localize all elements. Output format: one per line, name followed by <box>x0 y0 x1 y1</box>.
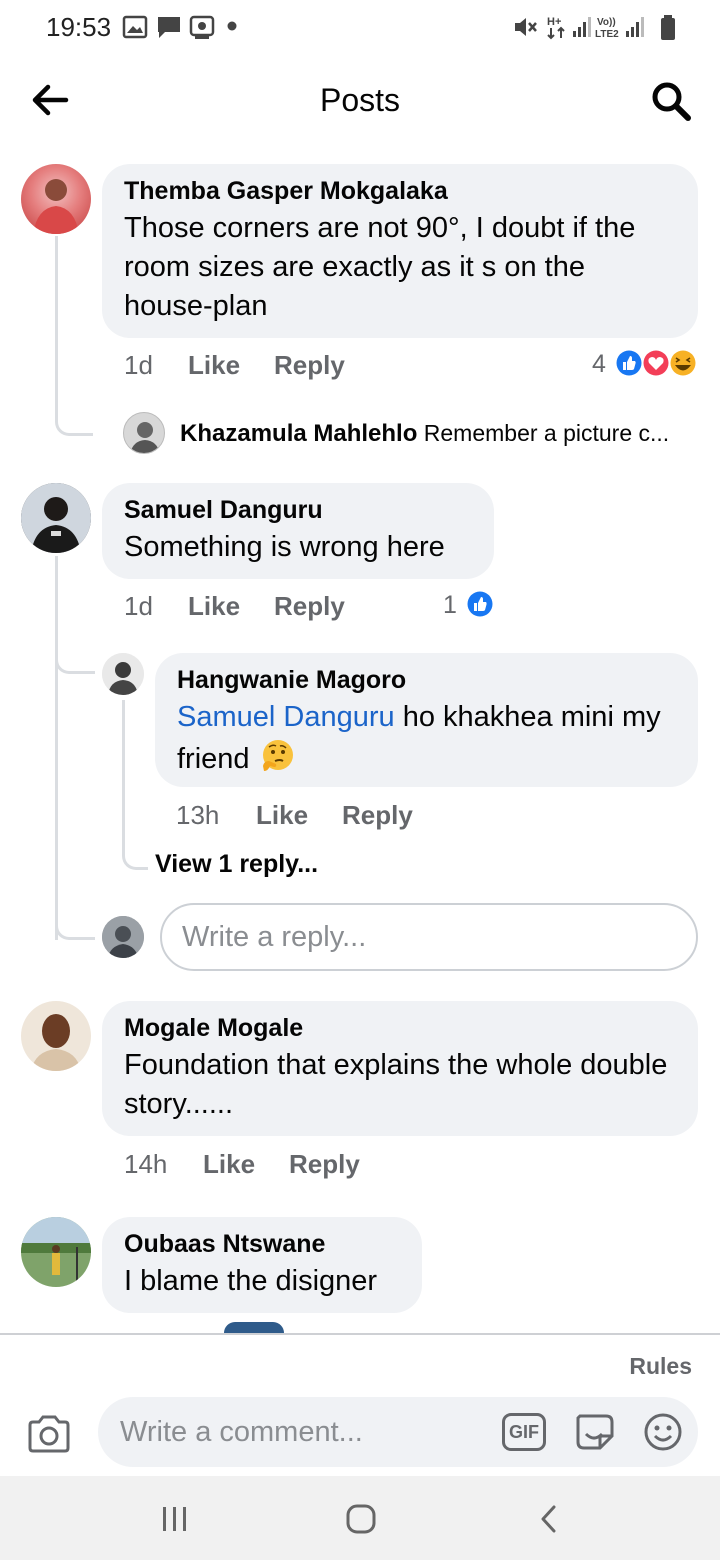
svg-text:LTE2: LTE2 <box>595 29 619 40</box>
like-button[interactable]: Like <box>203 1149 255 1180</box>
avatar[interactable] <box>21 1001 91 1071</box>
back-icon[interactable] <box>536 1502 562 1536</box>
reaction-count[interactable]: 4 <box>592 350 606 379</box>
comment-author[interactable]: Mogale Mogale <box>124 1013 676 1043</box>
comment-input[interactable] <box>98 1397 498 1467</box>
comment-actions: 1d Like Reply <box>124 350 384 382</box>
reply-button[interactable]: Reply <box>274 350 345 381</box>
comment-bubble[interactable]: Oubaas Ntswane I blame the disigner <box>102 1217 422 1313</box>
signal-bars-icon <box>573 17 591 37</box>
comment-author[interactable]: Themba Gasper Mokgalaka <box>124 176 676 206</box>
page-title: Posts <box>319 82 401 118</box>
avatar[interactable] <box>123 412 165 454</box>
like-button[interactable]: Like <box>188 591 240 622</box>
avatar[interactable] <box>21 483 91 553</box>
reply-author[interactable]: Hangwanie Magoro <box>177 665 676 695</box>
like-button[interactable]: Like <box>256 800 308 831</box>
screen-record-icon <box>189 15 215 39</box>
reply-button[interactable]: Reply <box>342 800 413 831</box>
volte-signal-icon: Vo))LTE2 <box>595 17 619 40</box>
home-icon[interactable] <box>344 1502 378 1536</box>
reply-button[interactable]: Reply <box>274 591 345 622</box>
comment-bubble[interactable]: Themba Gasper Mokgalaka Those corners ar… <box>102 164 698 338</box>
recent-apps-icon[interactable] <box>158 1504 192 1534</box>
comment-actions: 14h Like Reply <box>124 1149 404 1181</box>
header: Posts <box>0 56 720 146</box>
dot-icon <box>227 21 237 31</box>
avatar[interactable] <box>21 164 91 234</box>
search-icon[interactable] <box>648 78 694 124</box>
thread-line <box>55 556 95 674</box>
comment-author[interactable]: Oubaas Ntswane <box>124 1229 400 1259</box>
comment-text: I blame the disigner <box>124 1265 378 1297</box>
thinking-face-icon <box>262 740 293 771</box>
status-bar: 19:53 H+ Vo)) LTE2 <box>0 0 720 56</box>
mention-link[interactable]: Samuel Danguru <box>177 701 395 733</box>
reply-actions: 13h Like Reply <box>176 800 436 832</box>
thread-line <box>55 870 95 940</box>
avatar[interactable] <box>102 916 144 958</box>
comment-field[interactable]: GIF <box>98 1397 698 1467</box>
svg-text:H+: H+ <box>547 16 561 28</box>
love-reaction-icon <box>642 349 670 377</box>
reactions-summary[interactable] <box>612 347 700 379</box>
comment-time: 14h <box>124 1149 168 1179</box>
comment-time: 1d <box>124 350 153 380</box>
gallery-icon <box>122 15 148 39</box>
haha-reaction-icon <box>669 349 697 377</box>
comment-composer: Rules GIF <box>0 1333 720 1476</box>
mute-icon <box>515 18 537 36</box>
reply-time: 13h <box>176 800 220 830</box>
comment-text: Those corners are not 90°, I doubt if th… <box>124 212 636 322</box>
camera-icon[interactable] <box>26 1413 72 1455</box>
view-replies-link[interactable]: View 1 reply... <box>155 850 318 879</box>
reply-text: Samuel Danguru ho khakhea mini my friend <box>177 698 676 779</box>
reply-input[interactable] <box>160 903 698 971</box>
avatar[interactable] <box>21 1217 91 1287</box>
gif-button[interactable]: GIF <box>502 1413 546 1451</box>
reply-bubble[interactable]: Hangwanie Magoro Samuel Danguru ho khakh… <box>155 653 698 787</box>
like-reaction-icon <box>615 349 643 377</box>
comment-bubble[interactable]: Mogale Mogale Foundation that explains t… <box>102 1001 698 1136</box>
like-reaction-icon[interactable] <box>464 588 496 620</box>
smiley-icon[interactable] <box>642 1411 684 1453</box>
comment-time: 1d <box>124 591 153 621</box>
reply-button[interactable]: Reply <box>289 1149 360 1180</box>
comment-author[interactable]: Samuel Danguru <box>124 495 472 525</box>
like-button[interactable]: Like <box>188 350 240 381</box>
reply-preview-text: Remember a picture c... <box>423 420 670 446</box>
avatar[interactable] <box>102 653 144 695</box>
comment-bubble[interactable]: Samuel Danguru Something is wrong here <box>102 483 494 579</box>
reply-preview-author: Khazamula Mahlehlo <box>180 420 418 447</box>
battery-icon <box>661 15 675 40</box>
hplus-signal-icon: H+ <box>547 16 565 40</box>
reply-preview[interactable]: Khazamula Mahlehlo Remember a picture c.… <box>180 418 700 449</box>
comment-text: Something is wrong here <box>124 531 445 563</box>
thread-line <box>122 700 148 870</box>
system-navbar <box>0 1476 720 1560</box>
comment-text: Foundation that explains the whole doubl… <box>124 1049 668 1120</box>
rules-link[interactable]: Rules <box>629 1353 692 1380</box>
avatar-partial <box>224 1322 284 1333</box>
message-icon <box>158 17 180 38</box>
reaction-count[interactable]: 1 <box>443 591 457 620</box>
signal-bars-2-icon <box>626 17 644 37</box>
thread-line <box>55 236 93 436</box>
sticker-icon[interactable] <box>572 1410 616 1454</box>
comment-actions: 1d Like Reply <box>124 591 384 623</box>
svg-text:Vo)): Vo)) <box>597 17 616 28</box>
status-time: 19:53 <box>46 12 112 42</box>
